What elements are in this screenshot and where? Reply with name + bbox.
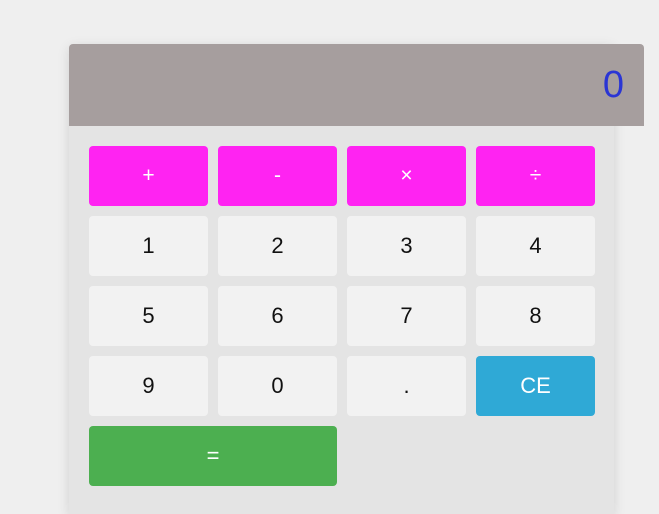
- calculator: 0 + - × ÷ 1 2 3 4 5 6 7 8 9 0 . CE =: [69, 44, 644, 514]
- add-button[interactable]: +: [89, 146, 208, 206]
- digit-0-button[interactable]: 0: [218, 356, 337, 416]
- calculator-display: 0: [69, 44, 644, 126]
- digit-8-button[interactable]: 8: [476, 286, 595, 346]
- digit-4-button[interactable]: 4: [476, 216, 595, 276]
- digit-6-button[interactable]: 6: [218, 286, 337, 346]
- display-value: 0: [602, 64, 624, 106]
- digit-3-button[interactable]: 3: [347, 216, 466, 276]
- subtract-button[interactable]: -: [218, 146, 337, 206]
- equals-button[interactable]: =: [89, 426, 337, 486]
- keypad: + - × ÷ 1 2 3 4 5 6 7 8 9 0 . CE =: [89, 146, 595, 486]
- digit-7-button[interactable]: 7: [347, 286, 466, 346]
- digit-1-button[interactable]: 1: [89, 216, 208, 276]
- digit-2-button[interactable]: 2: [218, 216, 337, 276]
- decimal-button[interactable]: .: [347, 356, 466, 416]
- divide-button[interactable]: ÷: [476, 146, 595, 206]
- digit-5-button[interactable]: 5: [89, 286, 208, 346]
- digit-9-button[interactable]: 9: [89, 356, 208, 416]
- multiply-button[interactable]: ×: [347, 146, 466, 206]
- clear-entry-button[interactable]: CE: [476, 356, 595, 416]
